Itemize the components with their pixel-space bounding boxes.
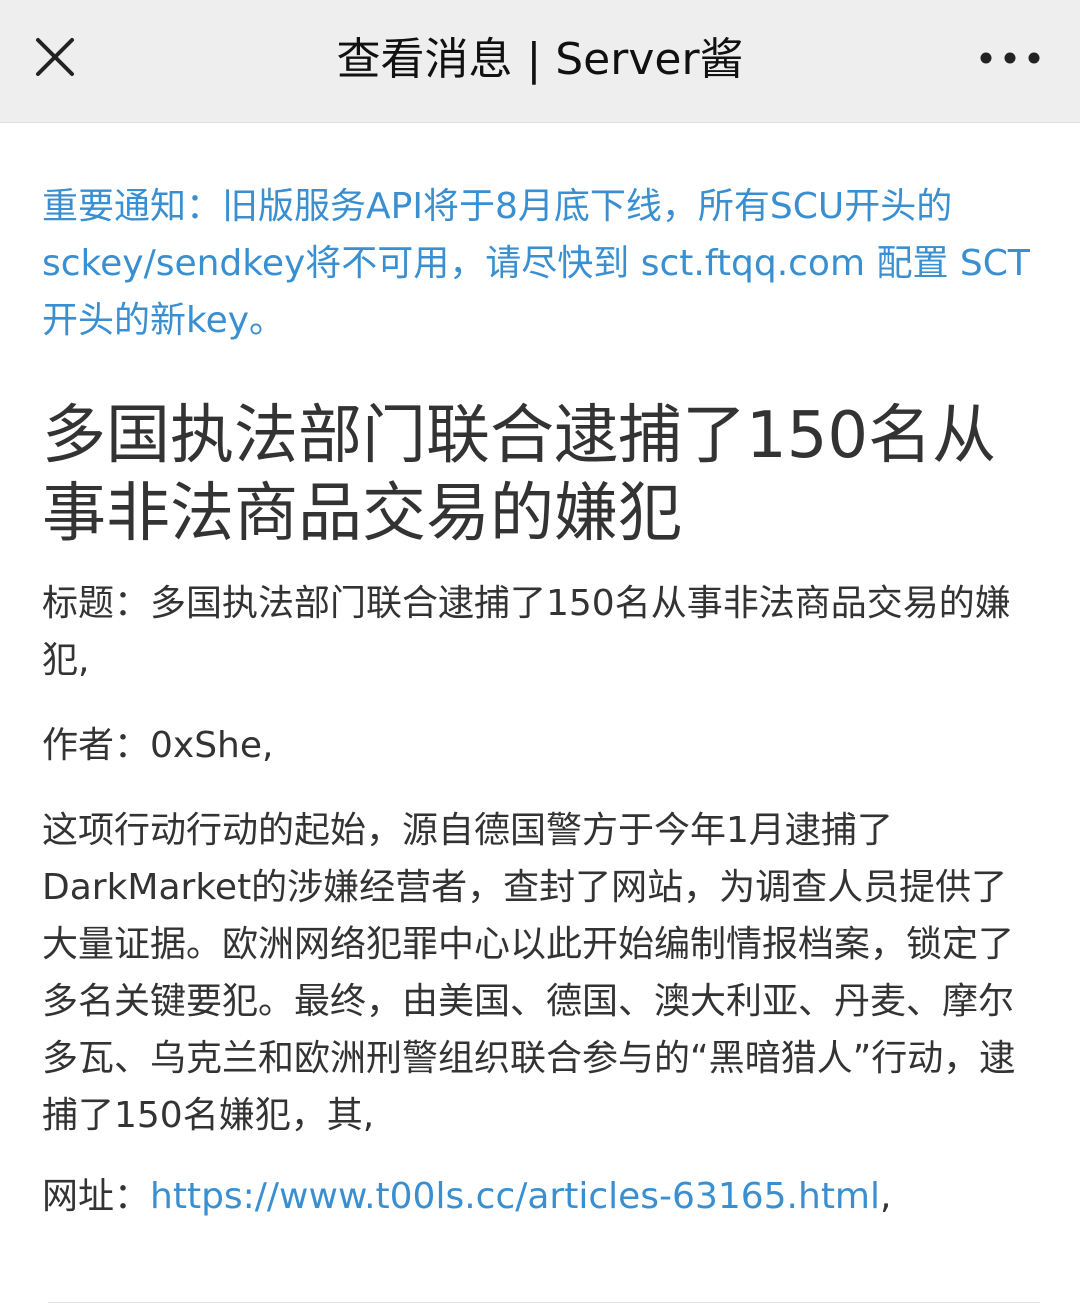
divider bbox=[48, 1302, 1040, 1303]
article-headline: 多国执法部门联合逮捕了150名从事非法商品交易的嫌犯 bbox=[42, 399, 997, 551]
article-url-link[interactable]: https://www.t00ls.cc/articles-63165.html bbox=[150, 1176, 880, 1217]
article-body: 这项行动行动的起始，源自德国警方于今年1月逮捕了DarkMarket的涉嫌经营者… bbox=[42, 810, 1016, 1136]
page-title: 查看消息 | Server酱 bbox=[336, 34, 744, 85]
close-icon[interactable] bbox=[28, 30, 82, 84]
important-notice: 重要通知：旧版服务API将于8月底下线，所有SCU开头的sckey/sendke… bbox=[42, 186, 1030, 341]
url-suffix: , bbox=[880, 1176, 892, 1217]
article-author-line: 作者：0xShe, bbox=[42, 725, 274, 766]
article-url-line: 网址：https://www.t00ls.cc/articles-63165.h… bbox=[42, 1168, 1038, 1225]
more-dots-icon[interactable] bbox=[970, 36, 1050, 80]
article-title-line: 标题：多国执法部门联合逮捕了150名从事非法商品交易的嫌犯, bbox=[42, 583, 1011, 681]
message-content: 重要通知：旧版服务API将于8月底下线，所有SCU开头的sckey/sendke… bbox=[42, 178, 1038, 1253]
url-label: 网址： bbox=[42, 1176, 151, 1217]
top-nav-bar: 查看消息 | Server酱 bbox=[0, 0, 1080, 123]
